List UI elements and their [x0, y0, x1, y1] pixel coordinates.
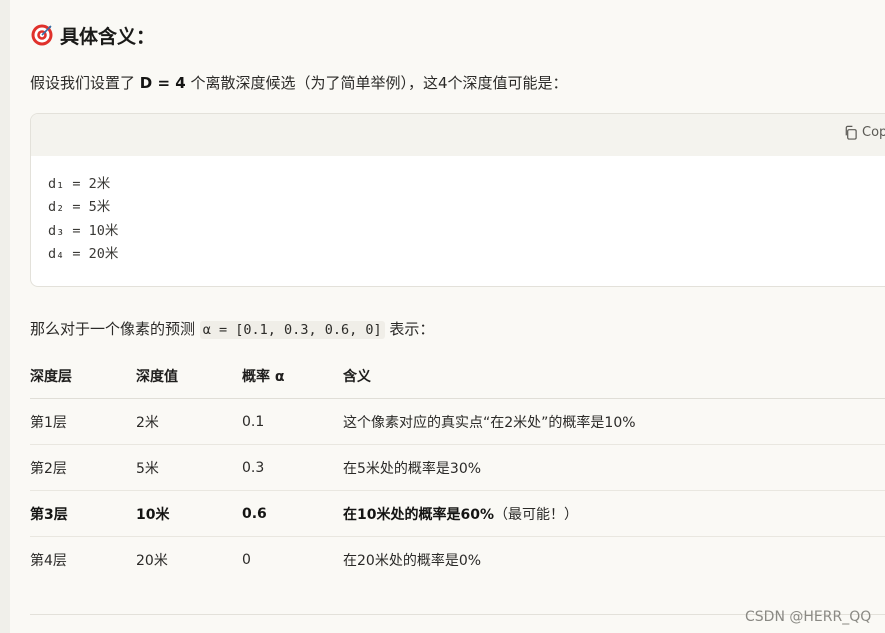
intro-bold: D = 4 [139, 74, 186, 92]
table-row-highlighted: 第3层 10米 0.6 在10米处的概率是60%（最可能！） [30, 490, 885, 537]
meaning-text: 在10米处的概率是60% [343, 506, 494, 523]
intro-text-post: 个离散深度候选（为了简单举例），这4个深度值可能是： [185, 74, 568, 92]
header-depth: 深度值 [136, 353, 242, 399]
header-layer: 深度层 [30, 353, 136, 399]
section-heading: 具体含义： [30, 20, 155, 50]
header-prob: 概率 α [242, 353, 343, 399]
cell-depth: 5米 [136, 444, 242, 491]
cell-meaning: 在10米处的概率是60%（最可能！） [343, 490, 885, 537]
meaning-text: 在5米处的概率是30% [343, 460, 482, 477]
cell-depth: 10米 [136, 490, 242, 537]
cell-layer: 第1层 [30, 398, 136, 445]
watermark: CSDN @HERR_QQ [745, 609, 872, 625]
code-line: d₂ = 5米 [48, 199, 111, 216]
code-line: d₃ = 10米 [48, 222, 119, 239]
code-line: d₁ = 2米 [48, 176, 111, 192]
left-rail [0, 0, 10, 633]
code-line: d₄ = 20米 [48, 245, 119, 262]
prediction-text-post: 表示： [384, 320, 435, 338]
cell-prob: 0 [242, 551, 251, 568]
intro-paragraph: 假设我们设置了 D = 4 个离散深度候选（为了简单举例），这4个深度值可能是： [30, 72, 568, 93]
section-title: 具体含义： [60, 25, 156, 48]
cell-prob: 0.6 [242, 490, 343, 537]
cell-meaning: 这个像素对应的真实点“在2米处”的概率是10% [343, 398, 885, 445]
inline-code: α = [0.1, 0.3, 0.6, 0] [199, 321, 385, 339]
prediction-text-pre: 那么对于一个像素的预测 [30, 320, 200, 338]
code-block: Copy d₁ = 2米 d₂ = 5米 d₃ = 10米 d₄ = 20米 [30, 113, 885, 287]
copy-button[interactable]: Copy [843, 125, 885, 140]
cell-prob: 0.1 [242, 398, 343, 445]
cell-prob: 0.3 [242, 444, 343, 491]
prediction-paragraph: 那么对于一个像素的预测 α = [0.1, 0.3, 0.6, 0] 表示： [30, 318, 434, 339]
cell-meaning: 在20米处的概率是0% [343, 537, 885, 583]
copy-icon [845, 125, 857, 140]
meaning-text: 这个像素对应的真实点“在2米处”的概率是10% [343, 414, 636, 431]
code-content[interactable]: d₁ = 2米 d₂ = 5米 d₃ = 10米 d₄ = 20米 [31, 156, 885, 266]
cell-layer: 第2层 [30, 444, 136, 491]
meaning-note: （最可能！） [494, 506, 578, 523]
meaning-text: 在20米处的概率是0% [343, 552, 482, 569]
target-icon [31, 24, 53, 46]
cell-depth: 2米 [136, 398, 242, 445]
copy-label: Copy [862, 125, 885, 140]
intro-text-pre: 假设我们设置了 [30, 74, 140, 92]
cell-layer: 第4层 [30, 552, 67, 569]
code-block-header: Copy [31, 114, 885, 156]
table-row: 第2层 5米 0.3 在5米处的概率是30% [30, 444, 885, 491]
cell-meaning: 在5米处的概率是30% [343, 444, 885, 491]
header-meaning: 含义 [343, 353, 885, 399]
table-header-row: 深度层 深度值 概率 α 含义 [30, 353, 885, 399]
table-row: 第1层 2米 0.1 这个像素对应的真实点“在2米处”的概率是10% [30, 398, 885, 445]
table-row: 第4层 20米 0 在20米处的概率是0% [30, 537, 885, 583]
cell-layer: 第3层 [30, 490, 136, 537]
probability-table: 深度层 深度值 概率 α 含义 第1层 2米 0.1 这个像素对应的真实点“在2… [30, 353, 885, 582]
cell-depth: 20米 [136, 552, 168, 569]
